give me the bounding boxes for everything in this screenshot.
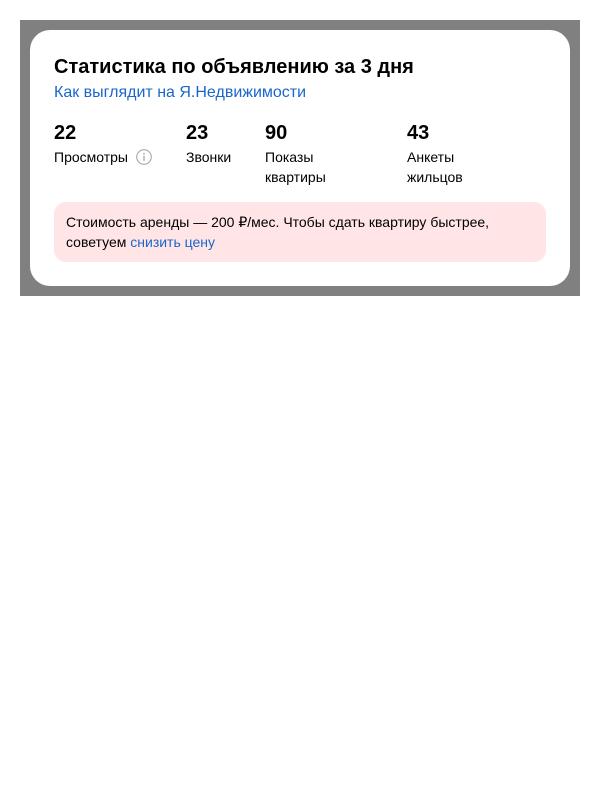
- stat-views-value: 22: [54, 122, 77, 144]
- stat-showings-value: 90: [265, 122, 288, 144]
- lower-price-link[interactable]: снизить цену: [130, 234, 215, 250]
- stat-calls-label: Звонки: [186, 149, 232, 165]
- stats-row: 22 Просмотры 23 Звонки 90 Показы квартир…: [54, 121, 546, 185]
- stat-views: 22 Просмотры: [54, 121, 152, 167]
- stat-views-label: Просмотры: [54, 149, 128, 165]
- stat-showings-label: Показы квартиры: [265, 149, 326, 185]
- view-on-site-link[interactable]: Как выглядит на Я.Недвижимости: [54, 82, 306, 104]
- stat-applications-label: Анкеты жильцов: [407, 149, 463, 185]
- info-icon[interactable]: [136, 149, 152, 165]
- stat-calls-value: 23: [186, 122, 209, 144]
- card-title: Статистика по объявлению за 3 дня: [54, 56, 414, 78]
- price-notice: Стоимость аренды — 200 ₽/мес. Чтобы сдат…: [54, 202, 546, 262]
- stat-views-label-row: Просмотры: [54, 147, 152, 167]
- listing-stats-card: Статистика по объявлению за 3 дня Как вы…: [30, 30, 570, 286]
- stat-applications: 43 Анкеты жильцов: [407, 121, 507, 187]
- stat-calls: 23 Звонки: [186, 121, 231, 167]
- stat-applications-value: 43: [407, 122, 430, 144]
- stat-showings: 90 Показы квартиры: [265, 121, 365, 187]
